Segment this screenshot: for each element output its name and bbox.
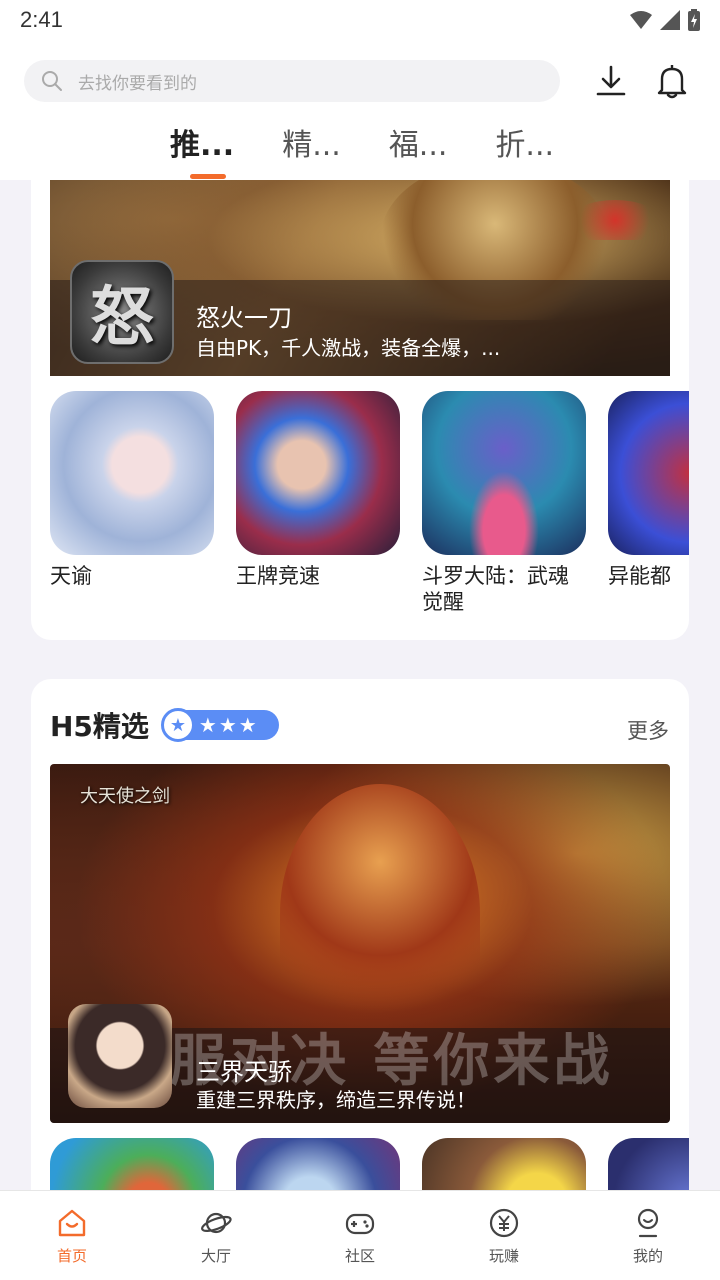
featured-banner[interactable]: 大天使之剑 服对决 等你来战 三界天骄 重建三界秩序，缔造三界传说！: [50, 764, 670, 1123]
status-time: 2:41: [20, 7, 63, 32]
game-name: 王牌竞速: [236, 564, 320, 588]
recommend-card: 怒 怒火一刀 自由PK，千人激战，装备全爆，... 天谕 王牌竞速 斗罗大陆：武…: [31, 180, 689, 640]
nav-label: 我的: [632, 1247, 663, 1265]
featured-game-icon[interactable]: 怒: [70, 260, 174, 364]
nav-label: 大厅: [200, 1247, 231, 1265]
game-item[interactable]: [50, 1138, 214, 1190]
game-name: 斗罗大陆：武魂觉醒: [422, 564, 569, 614]
nav-label: 首页: [56, 1247, 87, 1265]
signal-icon: [660, 10, 680, 30]
section-header: H5精选 ★ ★★★: [50, 705, 279, 745]
game-list: [50, 1138, 689, 1190]
nav-community[interactable]: 社区: [310, 1191, 410, 1280]
featured-game-title: 怒火一刀: [196, 304, 292, 332]
gamepad-icon: [345, 1213, 375, 1235]
featured-banner[interactable]: 怒 怒火一刀 自由PK，千人激战，装备全爆，...: [50, 180, 670, 376]
tab-welfare[interactable]: 福...: [389, 120, 448, 170]
category-tabs: 推... 精... 福... 折...: [170, 120, 554, 179]
game-name: 异能都: [608, 564, 671, 588]
user-icon: [637, 1208, 659, 1238]
game-list: 天谕 王牌竞速 斗罗大陆：武魂觉醒 异能都: [50, 391, 689, 631]
featured-game-desc: 重建三界秩序，缔造三界传说！: [196, 1088, 476, 1112]
more-link[interactable]: 更多: [627, 715, 669, 745]
stars: ★★★: [198, 713, 259, 737]
nav-label: 社区: [344, 1247, 375, 1265]
star-icon: ★: [160, 708, 195, 742]
game-thumbnail: [422, 1138, 586, 1190]
game-item[interactable]: [236, 1138, 400, 1190]
battery-icon: [688, 9, 700, 31]
game-thumbnail: [608, 1138, 689, 1190]
game-item[interactable]: 斗罗大陆：武魂觉醒: [422, 391, 586, 615]
planet-icon: [201, 1212, 232, 1234]
game-thumbnail: [50, 391, 214, 555]
nav-home[interactable]: 首页: [22, 1191, 122, 1280]
game-item[interactable]: 天谕: [50, 391, 214, 589]
tab-discount[interactable]: 折...: [495, 120, 554, 170]
featured-game-icon[interactable]: [68, 1004, 172, 1108]
wifi-icon: [630, 11, 652, 29]
nav-profile[interactable]: 我的: [598, 1191, 698, 1280]
tab-indicator: [190, 174, 226, 179]
status-bar: 2:41: [0, 0, 720, 40]
bell-icon[interactable]: [654, 62, 690, 100]
download-icon[interactable]: [594, 64, 628, 98]
game-item[interactable]: 王牌竞速: [236, 391, 400, 589]
featured-game-desc: 自由PK，千人激战，装备全爆，...: [196, 336, 501, 360]
banner-logo: 大天使之剑: [80, 786, 170, 807]
h5-card: H5精选 ★ ★★★ 更多 大天使之剑 服对决 等你来战 三界天骄 重建三界秩序…: [31, 679, 689, 1190]
header: 去找你要看到的 推... 精... 福... 折...: [0, 40, 720, 180]
search-placeholder: 去找你要看到的: [78, 73, 197, 94]
search-input[interactable]: 去找你要看到的: [24, 60, 560, 102]
search-icon: [42, 71, 62, 91]
game-item[interactable]: [422, 1138, 586, 1190]
game-thumbnail: [422, 391, 586, 555]
banner-art-eyes: [570, 200, 660, 240]
tab-recommend[interactable]: 推...: [170, 120, 234, 179]
nav-earn[interactable]: 玩赚: [454, 1191, 554, 1280]
game-item[interactable]: 异能都: [608, 391, 689, 589]
game-name: 天谕: [50, 564, 92, 588]
yuan-coin-icon: [489, 1208, 519, 1238]
bottom-nav: 首页 大厅 社区 玩赚 我的: [0, 1190, 720, 1280]
nav-hall[interactable]: 大厅: [166, 1191, 266, 1280]
home-icon: [58, 1209, 86, 1237]
featured-game-title: 三界天骄: [196, 1058, 292, 1086]
game-thumbnail: [608, 391, 689, 555]
rating-badge: ★ ★★★: [160, 708, 279, 742]
status-icons: [630, 9, 700, 31]
section-title: H5精选: [50, 710, 149, 743]
nav-label: 玩赚: [488, 1247, 519, 1265]
tab-featured[interactable]: 精...: [282, 120, 341, 170]
game-thumbnail: [236, 1138, 400, 1190]
feed-content[interactable]: 怒 怒火一刀 自由PK，千人激战，装备全爆，... 天谕 王牌竞速 斗罗大陆：武…: [0, 180, 720, 1190]
game-thumbnail: [50, 1138, 214, 1190]
game-item[interactable]: [608, 1138, 689, 1190]
banner-art: [280, 784, 480, 1044]
game-thumbnail: [236, 391, 400, 555]
